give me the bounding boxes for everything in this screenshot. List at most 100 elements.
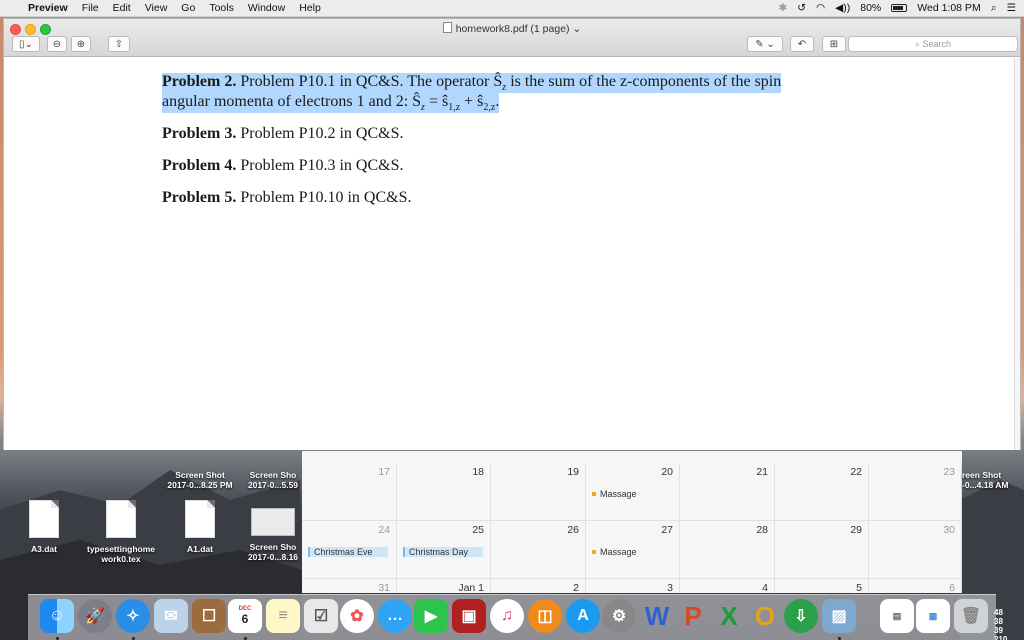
calendar-day-cell[interactable]: 21	[680, 463, 775, 521]
problem-3[interactable]: Problem 3. Problem P10.2 in QC&S.	[162, 125, 404, 143]
photos-icon[interactable]: ✿	[340, 599, 374, 633]
preview-window: homework8.pdf (1 page) ⌄ ▯⌄ ⊖ ⊕ ⇧ ✎ ⌄ ↶ …	[3, 18, 1021, 450]
calendar-day-cell[interactable]: 23	[869, 463, 962, 521]
search-field[interactable]: ⌕ Search	[848, 36, 1018, 52]
bluetooth-icon[interactable]: ✱	[778, 2, 787, 14]
downloads-stack-icon[interactable]: ▦	[916, 599, 950, 633]
safari-icon[interactable]: ✧	[116, 599, 150, 633]
menu-window[interactable]: Window	[248, 2, 285, 14]
calendar-day-cell[interactable]: 4	[680, 579, 775, 593]
zoom-out-button[interactable]: ⊖	[47, 36, 67, 52]
menu-tools[interactable]: Tools	[209, 2, 234, 14]
markup-button[interactable]: ✎ ⌄	[747, 36, 783, 52]
preview-icon[interactable]: ▨	[822, 599, 856, 633]
calendar-day-cell[interactable]: 28	[680, 521, 775, 579]
calendar-day-cell[interactable]: 2	[491, 579, 586, 593]
calendar-day-cell[interactable]: 29	[775, 521, 869, 579]
day-number: 28	[756, 524, 768, 536]
messages-icon[interactable]: …	[378, 599, 412, 633]
clock[interactable]: Wed 1:08 PM	[917, 2, 980, 14]
calendar-day-cell[interactable]: Jan 1	[397, 579, 491, 593]
calendar-day-cell[interactable]: 17	[302, 463, 397, 521]
calendar-event[interactable]: Christmas Eve	[308, 547, 388, 557]
powerpoint-icon[interactable]: P	[676, 599, 710, 633]
sidebar-toggle-button[interactable]: ▯⌄	[12, 36, 40, 52]
zoom-in-button[interactable]: ⊕	[71, 36, 91, 52]
problem-2-line-1[interactable]: Problem 2. Problem P10.1 in QC&S. The op…	[162, 73, 782, 94]
excel-icon[interactable]: X	[712, 599, 746, 633]
time-machine-icon[interactable]: ↺	[797, 2, 806, 14]
problem-2-label: Problem 2.	[162, 73, 237, 90]
outlook-icon[interactable]: O	[748, 599, 782, 633]
trash-icon[interactable]: 🗑	[954, 599, 988, 633]
menu-file[interactable]: File	[82, 2, 99, 14]
system-preferences-icon[interactable]: ⚙	[602, 599, 636, 633]
finder-icon[interactable]: ☺	[40, 599, 74, 633]
problem-5[interactable]: Problem 5. Problem P10.10 in QC&S.	[162, 189, 412, 207]
menu-help[interactable]: Help	[299, 2, 321, 14]
calendar-event[interactable]: Massage	[592, 489, 637, 499]
chevron-down-icon[interactable]: ⌄	[570, 23, 581, 35]
calendar-day-cell[interactable]: 18	[397, 463, 491, 521]
desktop-file-a3[interactable]: A3.dat	[20, 500, 68, 554]
app-store-icon[interactable]: A	[566, 599, 600, 633]
calendar-day-cell[interactable]: 26	[491, 521, 586, 579]
day-number: 29	[850, 524, 862, 536]
download-manager-icon[interactable]: ⇩	[784, 599, 818, 633]
contacts-icon[interactable]: ☐	[192, 599, 226, 633]
day-number: 19	[567, 466, 579, 478]
share-button[interactable]: ⇧	[108, 36, 130, 52]
notification-center-icon[interactable]: ☰	[1007, 2, 1016, 14]
calendar-app-icon[interactable]: DEC 6	[228, 599, 262, 633]
calendar-day-cell[interactable]: 25 Christmas Day	[397, 521, 491, 579]
desktop-file-a1[interactable]: A1.dat	[176, 500, 224, 554]
scrollbar[interactable]	[1014, 58, 1020, 450]
calendar-day-cell[interactable]: 5	[775, 579, 869, 593]
desktop-file-screenshot[interactable]: reen Shot -0...4.18 AM	[962, 470, 1024, 490]
word-icon[interactable]: W	[640, 599, 674, 633]
calendar-day-cell[interactable]: 30	[869, 521, 962, 579]
problem-2-line-2[interactable]: angular momenta of electrons 1 and 2: Ŝz…	[162, 93, 500, 114]
menu-view[interactable]: View	[145, 2, 168, 14]
spotlight-icon[interactable]: ⌕	[991, 2, 997, 15]
calendar-event[interactable]: Massage	[592, 547, 637, 557]
calendar-day-cell[interactable]: 24 Christmas Eve	[302, 521, 397, 579]
problem-2-text-c: angular momenta of electrons 1 and 2: Ŝ	[162, 93, 422, 110]
reminders-icon[interactable]: ☑	[304, 599, 338, 633]
wifi-icon[interactable]: ◠	[816, 2, 825, 14]
notes-icon[interactable]: ≡	[266, 599, 300, 633]
problem-4[interactable]: Problem 4. Problem P10.3 in QC&S.	[162, 157, 404, 175]
photo-booth-icon[interactable]: ▣	[452, 599, 486, 633]
mail-icon[interactable]: ✉	[154, 599, 188, 633]
calendar-day-cell[interactable]: 27 Massage	[586, 521, 680, 579]
rotate-icon: ↶	[797, 38, 807, 50]
facetime-icon[interactable]: ▶	[414, 599, 448, 633]
calendar-day-cell[interactable]: 19	[491, 463, 586, 521]
document-icon	[106, 500, 136, 538]
calendar-day-cell[interactable]: 31	[302, 579, 397, 593]
calendar-day-cell[interactable]: 22	[775, 463, 869, 521]
rotate-button[interactable]: ↶	[790, 36, 814, 52]
ibooks-icon[interactable]: ◫	[528, 599, 562, 633]
desktop-file-screenshot[interactable]: Screen Sho 2017-0...8.16	[238, 508, 308, 562]
itunes-icon[interactable]: ♫	[490, 599, 524, 633]
battery-icon[interactable]	[891, 4, 908, 12]
app-menu[interactable]: Preview	[28, 2, 68, 14]
day-number: 17	[378, 466, 390, 478]
calendar-event[interactable]: Christmas Day	[403, 547, 483, 557]
pdf-stack-icon[interactable]: ▤	[880, 599, 914, 633]
menu-go[interactable]: Go	[181, 2, 195, 14]
day-number: Jan 1	[458, 582, 484, 593]
toolbox-button[interactable]: ⊞	[822, 36, 846, 52]
desktop-file-tex[interactable]: typesettinghome work0.tex	[78, 500, 164, 564]
volume-icon[interactable]: ◀))	[835, 2, 850, 14]
calendar-day-cell[interactable]: 6	[869, 579, 962, 593]
desktop-file-screenshot[interactable]: Screen Shot 2017-0...8.25 PM	[160, 470, 240, 490]
calendar-day-cell[interactable]: 3	[586, 579, 680, 593]
menu-edit[interactable]: Edit	[113, 2, 131, 14]
document-page[interactable]: Problem 2. Problem P10.1 in QC&S. The op…	[4, 58, 1020, 450]
subscript-2z: 2,z	[483, 102, 496, 114]
desktop-file-screenshot[interactable]: Screen Sho 2017-0...5.59	[238, 470, 308, 490]
launchpad-icon[interactable]: 🚀	[78, 599, 112, 633]
calendar-day-cell[interactable]: 20 Massage	[586, 463, 680, 521]
